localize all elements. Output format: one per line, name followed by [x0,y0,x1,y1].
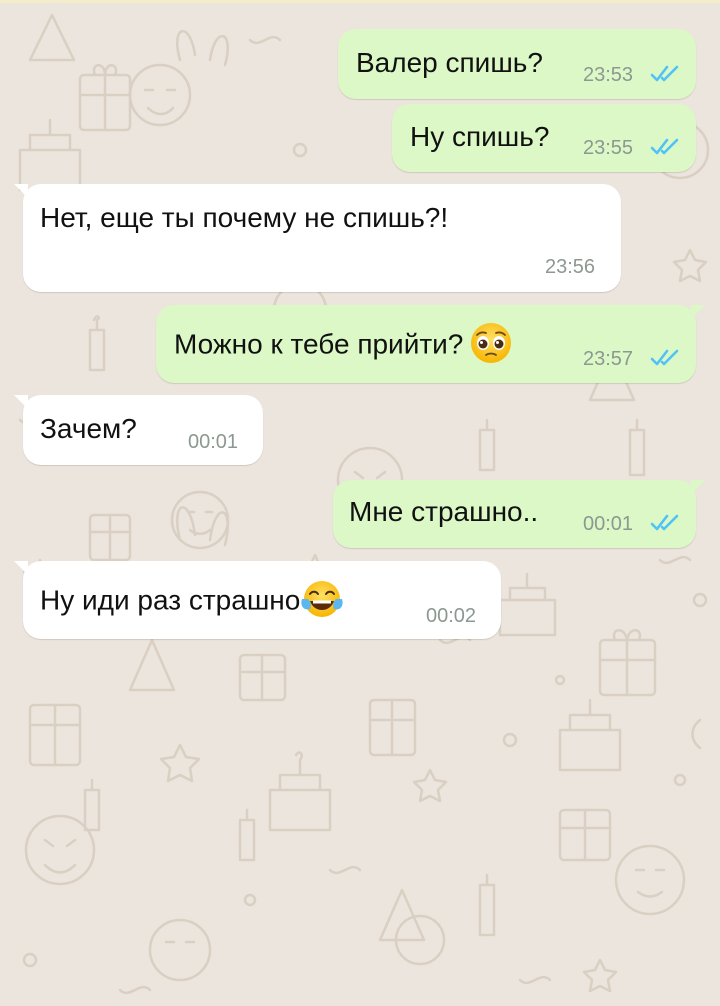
message-time: 00:02 [426,605,477,627]
message-text: Зачем? [40,413,137,444]
outgoing-message[interactable]: Можно к тебе прийти? 23:57 [156,305,705,383]
message-text: Нет, еще ты почему не спишь?! [40,202,449,233]
message-text: Ну спишь? [410,121,550,152]
pleading-face-emoji-icon [471,323,512,363]
message-time: 23:57 [583,348,634,370]
incoming-message[interactable]: Зачем? 00:01 [14,395,263,465]
message-text: Валер спишь? [356,47,543,78]
message-text: Ну иди раз страшно [40,581,344,621]
message-time: 23:56 [545,256,596,278]
outgoing-message[interactable]: Мне страшно.. 00:01 [333,480,705,548]
message-text: Можно к тебе прийти? [174,323,513,365]
message-text: Мне страшно.. [349,496,539,527]
message-time: 23:55 [583,137,634,159]
outgoing-message[interactable]: Валер спишь? 23:53 [338,29,696,99]
read-receipt-icon [650,349,679,366]
message-time: 23:53 [583,64,634,86]
incoming-message[interactable]: Ну иди раз страшно 00:02 [14,561,501,639]
chat-messages-area[interactable]: Валер спишь? 23:53 Ну спишь? 23:55 Нет, … [0,0,720,1006]
incoming-message[interactable]: Нет, еще ты почему не спишь?! 23:56 [14,184,621,292]
outgoing-message[interactable]: Ну спишь? 23:55 [392,104,696,172]
message-time: 00:01 [583,513,634,535]
read-receipt-icon [650,514,679,531]
read-receipt-icon [650,138,679,155]
read-receipt-icon [650,65,679,82]
message-time: 00:01 [188,431,239,453]
tears-of-joy-emoji-icon [301,581,343,617]
